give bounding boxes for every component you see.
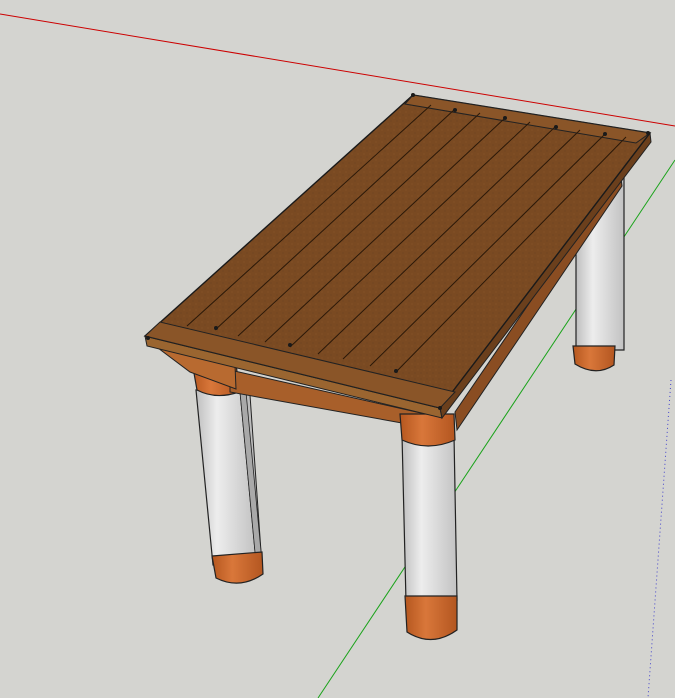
leg-cap-front-right — [404, 595, 458, 641]
leg-cap-back-right — [572, 345, 616, 372]
model-scene[interactable] — [0, 0, 675, 698]
leg-cap-front-left — [211, 551, 264, 584]
drawing-viewport[interactable] — [0, 0, 675, 698]
leg-top-cap-front-right — [399, 413, 456, 447]
blue-axis-line — [647, 379, 672, 698]
red-axis-line — [0, 13, 675, 127]
table-leg-front-right[interactable] — [399, 413, 458, 641]
